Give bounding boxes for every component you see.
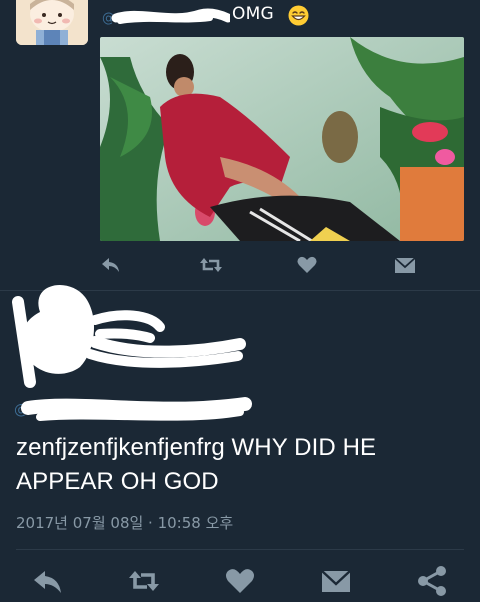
- like-icon: [226, 569, 254, 593]
- avatar[interactable]: [16, 0, 88, 45]
- tweet-actions-divider: [16, 549, 464, 550]
- tweet-previous[interactable]: @ OMG: [0, 0, 480, 290]
- share-button[interactable]: [414, 563, 450, 599]
- share-icon: [418, 566, 446, 596]
- like-icon: [297, 256, 317, 273]
- reply-icon: [34, 571, 61, 593]
- like-button[interactable]: [222, 563, 258, 599]
- retweet-icon: [129, 571, 159, 591]
- tweet-text-line-2: APPEAR OH GOD: [16, 468, 219, 495]
- timeline: @ OMG @ zenfjzenfjkenfjenfrg WHY DID HE …: [0, 0, 480, 602]
- tweet-timestamp[interactable]: 2017년 07월 08일 · 10:58 오후: [16, 512, 233, 533]
- media-photo: [100, 37, 464, 241]
- tweet-text-line-1: zenfjzenfjkenfjenfrg WHY DID HE: [16, 434, 377, 461]
- redacted-username: @: [102, 8, 230, 26]
- direct-message-button[interactable]: [318, 563, 354, 599]
- tweet-actions: [0, 563, 480, 599]
- direct-message-icon: [321, 570, 351, 592]
- avatar-illustration: [16, 0, 88, 45]
- tweet-text: OMG: [232, 4, 274, 24]
- retweet-button[interactable]: [126, 563, 162, 599]
- tweet-media-image[interactable]: [100, 37, 464, 241]
- like-button[interactable]: [294, 252, 320, 278]
- grinning-face-emoji-icon: [288, 5, 309, 26]
- redacted-author-info: @: [12, 285, 252, 421]
- tweet-text: zenfjzenfjkenfjenfrg WHY DID HE APPEAR O…: [16, 431, 466, 499]
- reply-button[interactable]: [30, 563, 66, 599]
- direct-message-button[interactable]: [392, 252, 418, 278]
- direct-message-icon: [394, 257, 416, 273]
